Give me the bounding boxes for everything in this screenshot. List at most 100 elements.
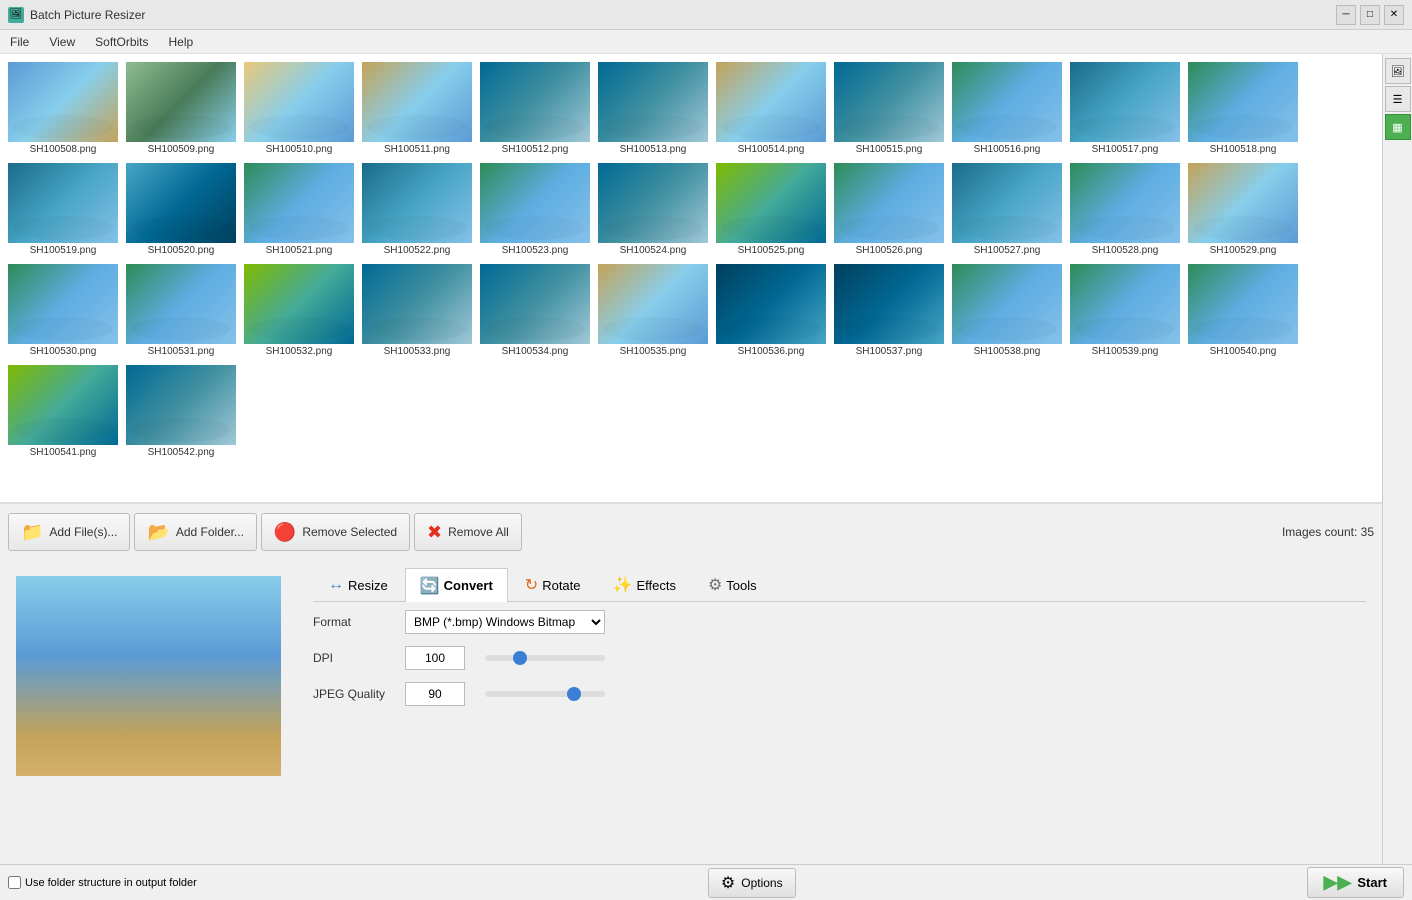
- tab-convert[interactable]: 🔄 Convert: [405, 568, 508, 602]
- dpi-input[interactable]: [405, 646, 465, 670]
- folder-structure-label: Use folder structure in output folder: [25, 877, 197, 889]
- tab-resize[interactable]: ↔ Resize: [313, 568, 403, 601]
- convert-panel: ↔ Resize 🔄 Convert ↻ Rotate ✨: [0, 560, 1382, 870]
- list-item[interactable]: SH100512.png: [476, 58, 594, 159]
- menu-help[interactable]: Help: [159, 30, 204, 53]
- add-files-button[interactable]: 📁 Add File(s)...: [8, 513, 130, 551]
- list-item[interactable]: SH100526.png: [830, 159, 948, 260]
- list-item[interactable]: SH100513.png: [594, 58, 712, 159]
- list-item[interactable]: SH100514.png: [712, 58, 830, 159]
- list-item[interactable]: SH100528.png: [1066, 159, 1184, 260]
- dpi-row: DPI: [313, 646, 1366, 670]
- thumb-label: SH100517.png: [1070, 144, 1180, 155]
- list-item[interactable]: SH100519.png: [4, 159, 122, 260]
- add-folder-button[interactable]: 📂 Add Folder...: [134, 513, 256, 551]
- images-count: Images count: 35: [1282, 525, 1374, 539]
- list-item[interactable]: SH100518.png: [1184, 58, 1302, 159]
- list-item[interactable]: SH100521.png: [240, 159, 358, 260]
- menu-file[interactable]: File: [0, 30, 39, 53]
- list-item[interactable]: SH100541.png: [4, 361, 122, 462]
- list-item[interactable]: SH100536.png: [712, 260, 830, 361]
- thumb-label: SH100508.png: [8, 144, 118, 155]
- bottom-row: Use folder structure in output folder ⚙ …: [0, 864, 1382, 900]
- remove-all-button[interactable]: ✖ Remove All: [414, 513, 522, 551]
- thumb-label: SH100534.png: [480, 346, 590, 357]
- tab-rotate[interactable]: ↻ Rotate: [510, 568, 596, 601]
- thumb-label: SH100535.png: [598, 346, 708, 357]
- thumb-label: SH100528.png: [1070, 245, 1180, 256]
- dpi-slider-thumb[interactable]: [513, 651, 527, 665]
- list-item[interactable]: SH100509.png: [122, 58, 240, 159]
- list-item[interactable]: SH100532.png: [240, 260, 358, 361]
- thumb-label: SH100537.png: [834, 346, 944, 357]
- list-item[interactable]: SH100524.png: [594, 159, 712, 260]
- options-button[interactable]: ⚙ Options: [708, 868, 796, 898]
- settings-area: ↔ Resize 🔄 Convert ↻ Rotate ✨: [297, 560, 1382, 870]
- start-button[interactable]: ▶▶ Start: [1307, 867, 1382, 898]
- menu-view[interactable]: View: [39, 30, 85, 53]
- view-thumbnails-button[interactable]: 🖼: [1385, 58, 1411, 84]
- list-item[interactable]: SH100529.png: [1184, 159, 1302, 260]
- list-item[interactable]: SH100538.png: [948, 260, 1066, 361]
- thumb-label: SH100521.png: [244, 245, 354, 256]
- gallery-panel: SH100508.png SH100509.png SH100510.png S…: [0, 54, 1382, 900]
- folder-structure-checkbox[interactable]: [8, 876, 21, 889]
- thumb-label: SH100512.png: [480, 144, 590, 155]
- list-item[interactable]: SH100535.png: [594, 260, 712, 361]
- thumb-label: SH100514.png: [716, 144, 826, 155]
- close-button[interactable]: ✕: [1384, 5, 1404, 25]
- menu-bar: File View SoftOrbits Help: [0, 30, 1412, 54]
- list-item[interactable]: SH100542.png: [122, 361, 240, 462]
- list-item[interactable]: SH100525.png: [712, 159, 830, 260]
- remove-selected-button[interactable]: 🔴 Remove Selected: [261, 513, 410, 551]
- app-title: Batch Picture Resizer: [30, 8, 1330, 22]
- list-item[interactable]: SH100508.png: [4, 58, 122, 159]
- right-toolbar: 🖼 ☰ ▦: [1382, 54, 1412, 900]
- thumb-label: SH100530.png: [8, 346, 118, 357]
- format-select[interactable]: BMP (*.bmp) Windows Bitmap JPEG (*.jpg) …: [405, 610, 605, 634]
- list-item[interactable]: SH100520.png: [122, 159, 240, 260]
- list-item[interactable]: SH100533.png: [358, 260, 476, 361]
- list-item[interactable]: SH100540.png: [1184, 260, 1302, 361]
- jpeg-quality-input[interactable]: [405, 682, 465, 706]
- list-item[interactable]: SH100511.png: [358, 58, 476, 159]
- list-item[interactable]: SH100530.png: [4, 260, 122, 361]
- jpeg-slider-thumb[interactable]: [567, 687, 581, 701]
- tab-effects[interactable]: ✨ Effects: [598, 568, 691, 601]
- thumb-label: SH100510.png: [244, 144, 354, 155]
- title-bar: 🖼 Batch Picture Resizer ─ □ ✕: [0, 0, 1412, 30]
- dpi-slider-track: [485, 655, 605, 661]
- app-icon: 🖼: [8, 7, 24, 23]
- window-controls: ─ □ ✕: [1336, 5, 1404, 25]
- view-list-button[interactable]: ☰: [1385, 86, 1411, 112]
- preview-image: [16, 576, 281, 776]
- list-item[interactable]: SH100522.png: [358, 159, 476, 260]
- list-item[interactable]: SH100517.png: [1066, 58, 1184, 159]
- thumb-label: SH100511.png: [362, 144, 472, 155]
- thumb-label: SH100513.png: [598, 144, 708, 155]
- thumb-label: SH100532.png: [244, 346, 354, 357]
- list-item[interactable]: SH100537.png: [830, 260, 948, 361]
- action-bar: 📁 Add File(s)... 📂 Add Folder... 🔴 Remov…: [0, 502, 1382, 560]
- list-item[interactable]: SH100523.png: [476, 159, 594, 260]
- list-item[interactable]: SH100515.png: [830, 58, 948, 159]
- list-item[interactable]: SH100527.png: [948, 159, 1066, 260]
- list-item[interactable]: SH100516.png: [948, 58, 1066, 159]
- format-label: Format: [313, 615, 393, 629]
- view-grid-button[interactable]: ▦: [1385, 114, 1411, 140]
- gallery-grid[interactable]: SH100508.png SH100509.png SH100510.png S…: [0, 54, 1382, 502]
- list-item[interactable]: SH100539.png: [1066, 260, 1184, 361]
- thumb-label: SH100516.png: [952, 144, 1062, 155]
- list-item[interactable]: SH100510.png: [240, 58, 358, 159]
- list-item[interactable]: SH100531.png: [122, 260, 240, 361]
- maximize-button[interactable]: □: [1360, 5, 1380, 25]
- thumb-label: SH100522.png: [362, 245, 472, 256]
- jpeg-quality-row: JPEG Quality: [313, 682, 1366, 706]
- format-row: Format BMP (*.bmp) Windows Bitmap JPEG (…: [313, 610, 1366, 634]
- minimize-button[interactable]: ─: [1336, 5, 1356, 25]
- tab-tools[interactable]: ⚙ Tools: [693, 568, 772, 601]
- list-item[interactable]: SH100534.png: [476, 260, 594, 361]
- thumb-label: SH100539.png: [1070, 346, 1180, 357]
- menu-softorbits[interactable]: SoftOrbits: [85, 30, 158, 53]
- dpi-label: DPI: [313, 651, 393, 665]
